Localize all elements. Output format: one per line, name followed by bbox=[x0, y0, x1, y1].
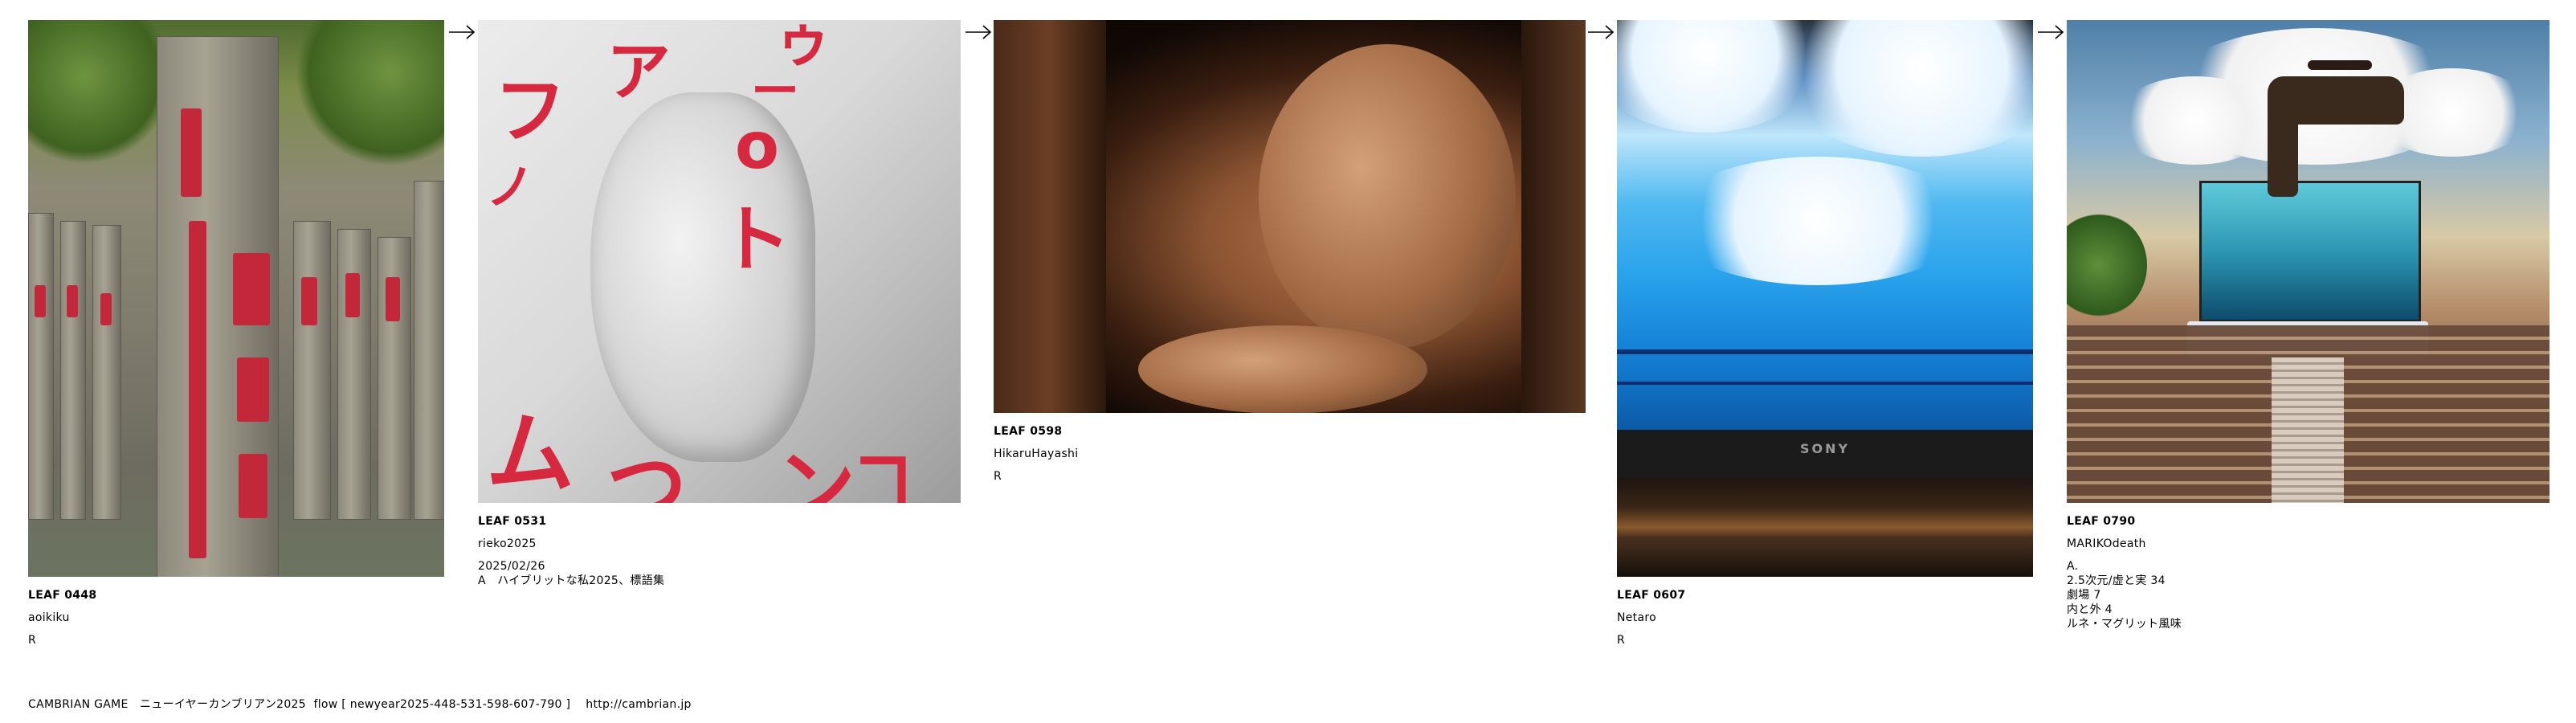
red-glyph: ト bbox=[719, 198, 791, 282]
blur-shape bbox=[994, 20, 1106, 413]
carving-body bbox=[1259, 44, 1516, 349]
flow-arrow bbox=[964, 22, 993, 42]
foliage-shape bbox=[28, 20, 173, 165]
leaf-user[interactable]: rieko2025 bbox=[478, 537, 961, 551]
leaf-line: 2025/02/26 bbox=[478, 560, 545, 573]
red-glyph: フ bbox=[494, 69, 566, 153]
leaf-meta: LEAF 0607 Netaro R bbox=[1617, 588, 2033, 647]
leaf-meta: LEAF 0448 aoikiku R bbox=[28, 588, 444, 647]
red-inscription bbox=[239, 454, 267, 518]
red-glyph: o bbox=[735, 108, 779, 183]
leaf-photo-wood-carving[interactable] bbox=[994, 20, 1586, 413]
tv-shelf bbox=[1617, 478, 2033, 577]
flow-arrow bbox=[447, 22, 476, 42]
leaf-code[interactable]: LEAF 0598 bbox=[994, 424, 1586, 439]
leaf-line: A. bbox=[2067, 560, 2079, 573]
red-inscription bbox=[181, 108, 202, 197]
leaf-line: 2.5次元/虚と実 34 bbox=[2067, 574, 2166, 587]
red-inscription bbox=[35, 285, 46, 317]
leaf-user[interactable]: Netaro bbox=[1617, 611, 2033, 625]
leaf-line: R bbox=[994, 470, 1002, 483]
leaf-line: R bbox=[1617, 634, 1626, 647]
red-glyph: ム bbox=[486, 402, 574, 503]
leaf-meta: LEAF 0790 MARIKOdeath A. 2.5次元/虚と実 34 劇場… bbox=[2067, 514, 2549, 631]
leaf-photo-swimmer-tv[interactable]: SONY bbox=[1617, 20, 2033, 577]
faucet-handle bbox=[2308, 60, 2372, 70]
stone-pillar bbox=[414, 181, 444, 520]
arrow-right-icon bbox=[2038, 25, 2064, 39]
leaf-user[interactable]: aoikiku bbox=[28, 611, 444, 625]
red-glyph: ア bbox=[606, 35, 671, 109]
stone-pillar bbox=[293, 221, 331, 520]
central-stairs bbox=[2272, 357, 2344, 503]
faucet-spout bbox=[2268, 108, 2298, 197]
leaf-card-0598: LEAF 0598 HikaruHayashi R bbox=[994, 20, 1586, 484]
leaf-meta: LEAF 0531 rieko2025 2025/02/26 A ハイブリットな… bbox=[478, 514, 961, 588]
leaf-line: ルネ・マグリット風味 bbox=[2067, 618, 2182, 631]
leaf-card-0790: LEAF 0790 MARIKOdeath A. 2.5次元/虚と実 34 劇場… bbox=[2067, 20, 2549, 631]
red-inscription bbox=[189, 221, 206, 558]
leaf-card-0448: LEAF 0448 aoikiku R bbox=[28, 20, 444, 647]
leaf-photo-stone-pillars[interactable] bbox=[28, 20, 444, 577]
stone-pillar bbox=[60, 221, 86, 520]
flow-arrow bbox=[1586, 22, 1615, 42]
red-inscription bbox=[233, 253, 270, 325]
leaf-card-0607: SONY LEAF 0607 Netaro R bbox=[1617, 20, 2033, 647]
tree-shape bbox=[2067, 213, 2147, 317]
leaf-card-0531: フ ア ゥ ー o ト ノ ム つ ン ヿ LEAF 0531 rieko202… bbox=[478, 20, 961, 588]
red-glyph: ノ bbox=[486, 160, 534, 216]
arrow-right-icon bbox=[449, 25, 476, 39]
arrow-right-icon bbox=[1588, 25, 1615, 39]
water-splash bbox=[1665, 157, 1970, 285]
pool-lane-line bbox=[1617, 349, 2033, 354]
red-inscription bbox=[345, 273, 360, 317]
leaf-line: R bbox=[28, 634, 37, 647]
red-glyph: ヿ bbox=[847, 447, 920, 503]
stone-pillar bbox=[28, 213, 54, 520]
pool-lane-line bbox=[1617, 382, 2033, 385]
leaf-meta: LEAF 0598 HikaruHayashi R bbox=[994, 424, 1586, 484]
stage-screen bbox=[2199, 181, 2421, 322]
leaf-code[interactable]: LEAF 0790 bbox=[2067, 514, 2549, 529]
flow-arrow bbox=[2036, 22, 2065, 42]
red-glyph: つ bbox=[606, 440, 687, 503]
arrow-right-icon bbox=[965, 25, 992, 39]
red-inscription bbox=[67, 285, 78, 317]
leaf-line: 内と外 4 bbox=[2067, 603, 2113, 616]
leaf-user[interactable]: HikaruHayashi bbox=[994, 447, 1586, 461]
leaf-line: A ハイブリットな私2025、標語集 bbox=[478, 574, 665, 587]
tv-brand-label: SONY bbox=[1799, 441, 1851, 456]
cloud-shape bbox=[2115, 76, 2276, 165]
leaf-code[interactable]: LEAF 0448 bbox=[28, 588, 444, 602]
leaf-code[interactable]: LEAF 0531 bbox=[478, 514, 961, 529]
foliage-shape bbox=[293, 20, 444, 165]
leaf-photo-red-kana-carving[interactable]: フ ア ゥ ー o ト ノ ム つ ン ヿ bbox=[478, 20, 961, 503]
leaf-user[interactable]: MARIKOdeath bbox=[2067, 537, 2549, 551]
red-inscription bbox=[237, 357, 269, 422]
leaf-code[interactable]: LEAF 0607 bbox=[1617, 588, 2033, 602]
red-glyph: ン bbox=[775, 440, 855, 503]
stone-pillar bbox=[92, 225, 121, 520]
red-inscription bbox=[301, 277, 317, 325]
carving-base bbox=[1138, 325, 1427, 413]
blur-shape bbox=[1521, 20, 1586, 413]
red-inscription bbox=[386, 277, 400, 321]
footer-flow-caption[interactable]: CAMBRIAN GAME ニューイヤーカンブリアン2025 flow [ ne… bbox=[28, 696, 692, 712]
red-inscription bbox=[100, 293, 112, 325]
leaf-photo-faucet-amphitheater[interactable] bbox=[2067, 20, 2549, 503]
leaf-line: 劇場 7 bbox=[2067, 589, 2101, 602]
